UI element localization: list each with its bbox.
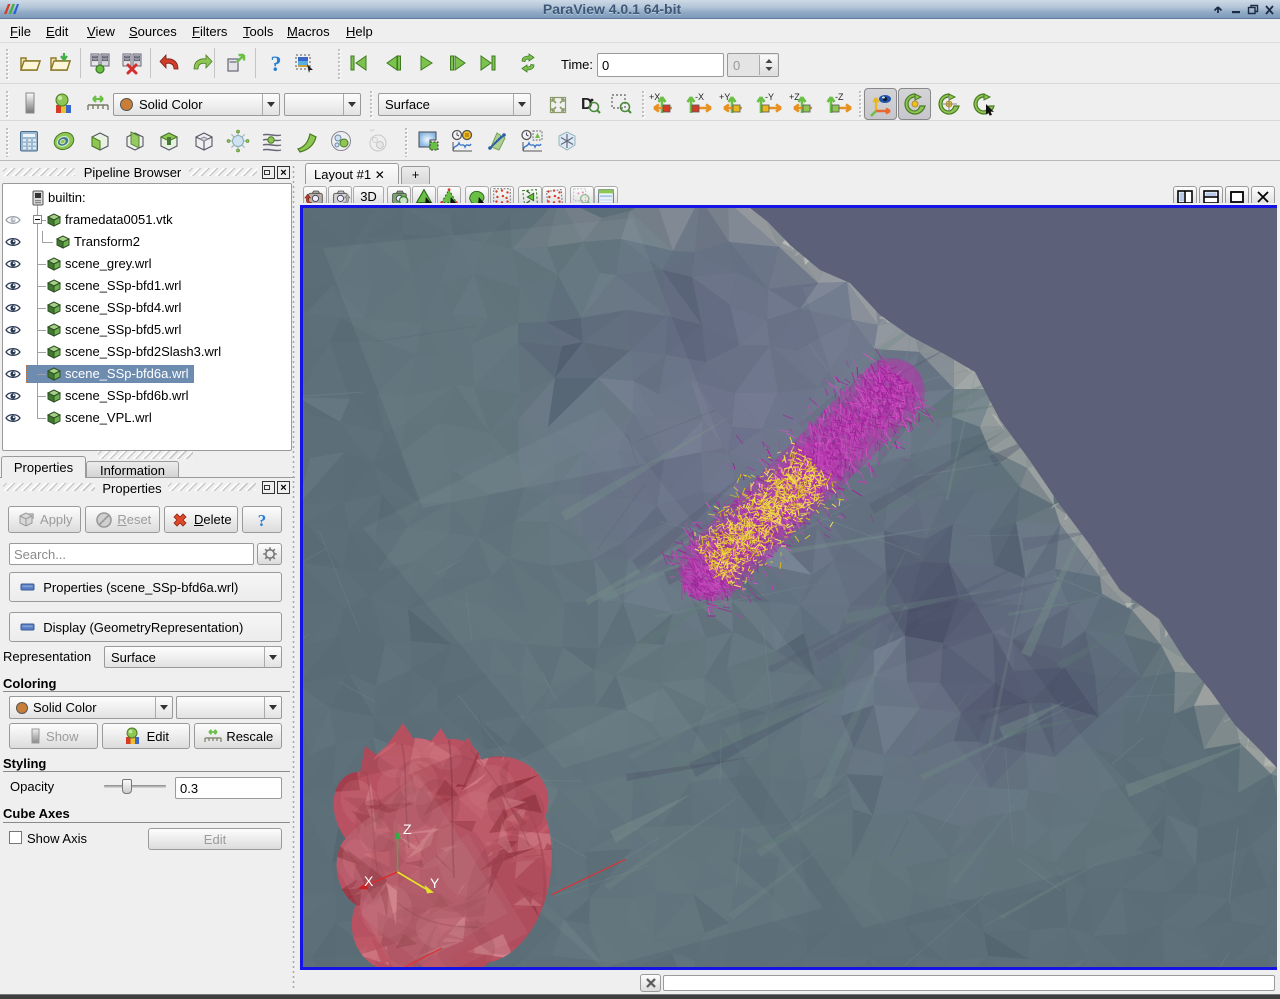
svg-text:-Y: -Y	[765, 92, 774, 102]
svg-text:Y: Y	[430, 875, 440, 891]
svg-text:Z: Z	[403, 821, 412, 837]
svg-text:-X: -X	[695, 92, 704, 102]
svg-text:-Z: -Z	[835, 92, 844, 102]
svg-text:X: X	[364, 873, 374, 889]
svg-text:?: ?	[258, 511, 267, 530]
svg-text:?: ?	[271, 51, 282, 75]
